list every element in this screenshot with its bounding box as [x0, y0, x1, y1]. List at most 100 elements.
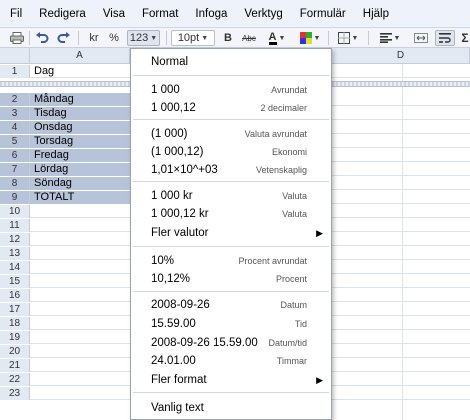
row-number[interactable]: 5 [0, 135, 30, 148]
menu-item-desc: Valuta avrundat [244, 129, 307, 139]
row-number[interactable]: 19 [0, 331, 30, 344]
menu-separator [133, 291, 329, 292]
chevron-down-icon: ▼ [351, 34, 359, 42]
format-time[interactable]: 15.59.00 Tid [131, 314, 331, 334]
menu-item-desc: Tid [294, 319, 307, 329]
fill-color-icon [299, 32, 312, 44]
column-header-a[interactable]: A [30, 48, 130, 64]
menu-item-label: 1 000,12 [151, 102, 196, 114]
format-date[interactable]: 2008-09-26 Datum [131, 295, 331, 315]
menu-view[interactable]: Visa [95, 8, 134, 20]
format-percent-rounded[interactable]: 10% Procent avrundat [131, 251, 331, 271]
fill-color-button[interactable]: ▼ [296, 30, 324, 46]
borders-button[interactable]: ▼ [335, 30, 361, 46]
row-number[interactable]: 2 [0, 93, 30, 106]
row-number[interactable]: 9 [0, 191, 30, 204]
menu-item-label: 1,01×10^+03 [151, 164, 218, 176]
grid-corner[interactable] [0, 48, 30, 64]
row-number[interactable]: 6 [0, 149, 30, 162]
row-number[interactable]: 3 [0, 107, 30, 120]
row-number[interactable]: 18 [0, 317, 30, 330]
redo-button[interactable] [55, 30, 73, 46]
cell[interactable]: Torsdag [30, 135, 130, 148]
menu-item-desc: Valuta [282, 191, 307, 201]
row-number[interactable]: 20 [0, 345, 30, 358]
format-financial[interactable]: (1 000,12) Ekonomi [131, 142, 331, 162]
cell[interactable]: Dag [34, 65, 54, 78]
text-color-button[interactable]: A ▼ [262, 30, 292, 46]
chevron-down-icon: ▼ [393, 34, 401, 42]
menu-item-desc: Valuta [282, 209, 307, 219]
print-button[interactable] [7, 30, 27, 46]
row-number[interactable]: 22 [0, 373, 30, 386]
menu-help[interactable]: Hjälp [355, 8, 398, 20]
menu-item-label: Fler valutor [151, 227, 209, 239]
format-plain-text[interactable]: Vanlig text [131, 398, 331, 418]
row-number[interactable]: 14 [0, 261, 30, 274]
menu-separator [133, 75, 329, 76]
cell[interactable]: Fredag [30, 149, 130, 162]
row-number[interactable]: 7 [0, 163, 30, 176]
format-currency[interactable]: 1 000 kr Valuta [131, 186, 331, 206]
merge-cells-button[interactable] [411, 30, 431, 46]
row-number[interactable]: 21 [0, 359, 30, 372]
row-number[interactable]: 12 [0, 233, 30, 246]
menu-item-label: 10% [151, 255, 175, 267]
row-number[interactable]: 1 [0, 65, 30, 78]
row-number[interactable]: 11 [0, 219, 30, 232]
format-datetime[interactable]: 2008-09-26 15.59.00 Datum/tid [131, 333, 331, 353]
row-number[interactable]: 4 [0, 121, 30, 134]
row-number[interactable]: 16 [0, 289, 30, 302]
row-number[interactable]: 23 [0, 387, 30, 400]
menu-item-desc: Datum/tid [268, 338, 307, 348]
percent-format-button[interactable]: % [106, 30, 122, 46]
format-rounded[interactable]: 1 000 Avrundat [131, 80, 331, 100]
column-header-d[interactable]: D [332, 48, 470, 64]
format-scientific[interactable]: 1,01×10^+03 Vetenskaplig [131, 160, 331, 180]
submenu-arrow-icon: ▶ [316, 375, 323, 385]
row-number[interactable]: 15 [0, 275, 30, 288]
menu-tools[interactable]: Verktyg [236, 8, 291, 20]
row-number[interactable]: 17 [0, 303, 30, 316]
chevron-down-icon: ▼ [313, 34, 321, 42]
cell[interactable]: Måndag [30, 93, 130, 106]
cell[interactable]: Lördag [30, 163, 130, 176]
row-number[interactable]: 10 [0, 205, 30, 218]
format-hours[interactable]: 24.01.00 Timmar [131, 351, 331, 371]
format-normal[interactable]: Normal [131, 52, 331, 72]
menu-item-label: 2008-09-26 15.59.00 [151, 337, 258, 349]
sum-icon[interactable]: Σ [460, 30, 470, 46]
menu-item-label: 24.01.00 [151, 355, 196, 367]
format-currency-rounded[interactable]: (1 000) Valuta avrundat [131, 124, 331, 144]
format-2-decimals[interactable]: 1 000,12 2 decimaler [131, 98, 331, 118]
cell[interactable]: Söndag [30, 177, 130, 190]
undo-button[interactable] [33, 30, 51, 46]
cell[interactable]: TOTALT [30, 191, 130, 204]
font-size-dropdown[interactable]: 10pt ▼ [171, 30, 215, 46]
more-formats-dropdown[interactable]: 123 ▼ [127, 30, 160, 46]
menu-format[interactable]: Format [134, 8, 187, 20]
menu-item-label: 1 000 [151, 84, 180, 96]
row-number[interactable]: 13 [0, 247, 30, 260]
cell[interactable]: Onsdag [30, 121, 130, 134]
align-button[interactable]: ▼ [376, 30, 404, 46]
merge-cells-icon [414, 33, 428, 43]
more-currencies[interactable]: Fler valutor ▶ [131, 223, 331, 243]
strikethrough-button[interactable]: Abc [239, 30, 259, 46]
menu-item-desc: Ekonomi [271, 147, 307, 157]
menu-file[interactable]: Fil [0, 8, 31, 20]
format-currency-decimals[interactable]: 1 000,12 kr Valuta [131, 204, 331, 224]
cell[interactable]: Tisdag [30, 107, 130, 120]
menu-item-desc: Datum [280, 300, 307, 310]
currency-format-button[interactable]: kr [84, 30, 104, 46]
row-number[interactable]: 8 [0, 177, 30, 190]
wrap-text-button[interactable] [435, 30, 455, 46]
bold-button[interactable]: B [220, 30, 236, 46]
more-formats[interactable]: Fler format ▶ [131, 370, 331, 390]
menu-item-label: 1 000,12 kr [151, 208, 209, 220]
menu-separator [133, 119, 329, 120]
menu-edit[interactable]: Redigera [31, 8, 95, 20]
menu-insert[interactable]: Infoga [187, 8, 236, 20]
format-percent[interactable]: 10,12% Procent [131, 269, 331, 289]
menu-form[interactable]: Formulär [292, 8, 355, 20]
